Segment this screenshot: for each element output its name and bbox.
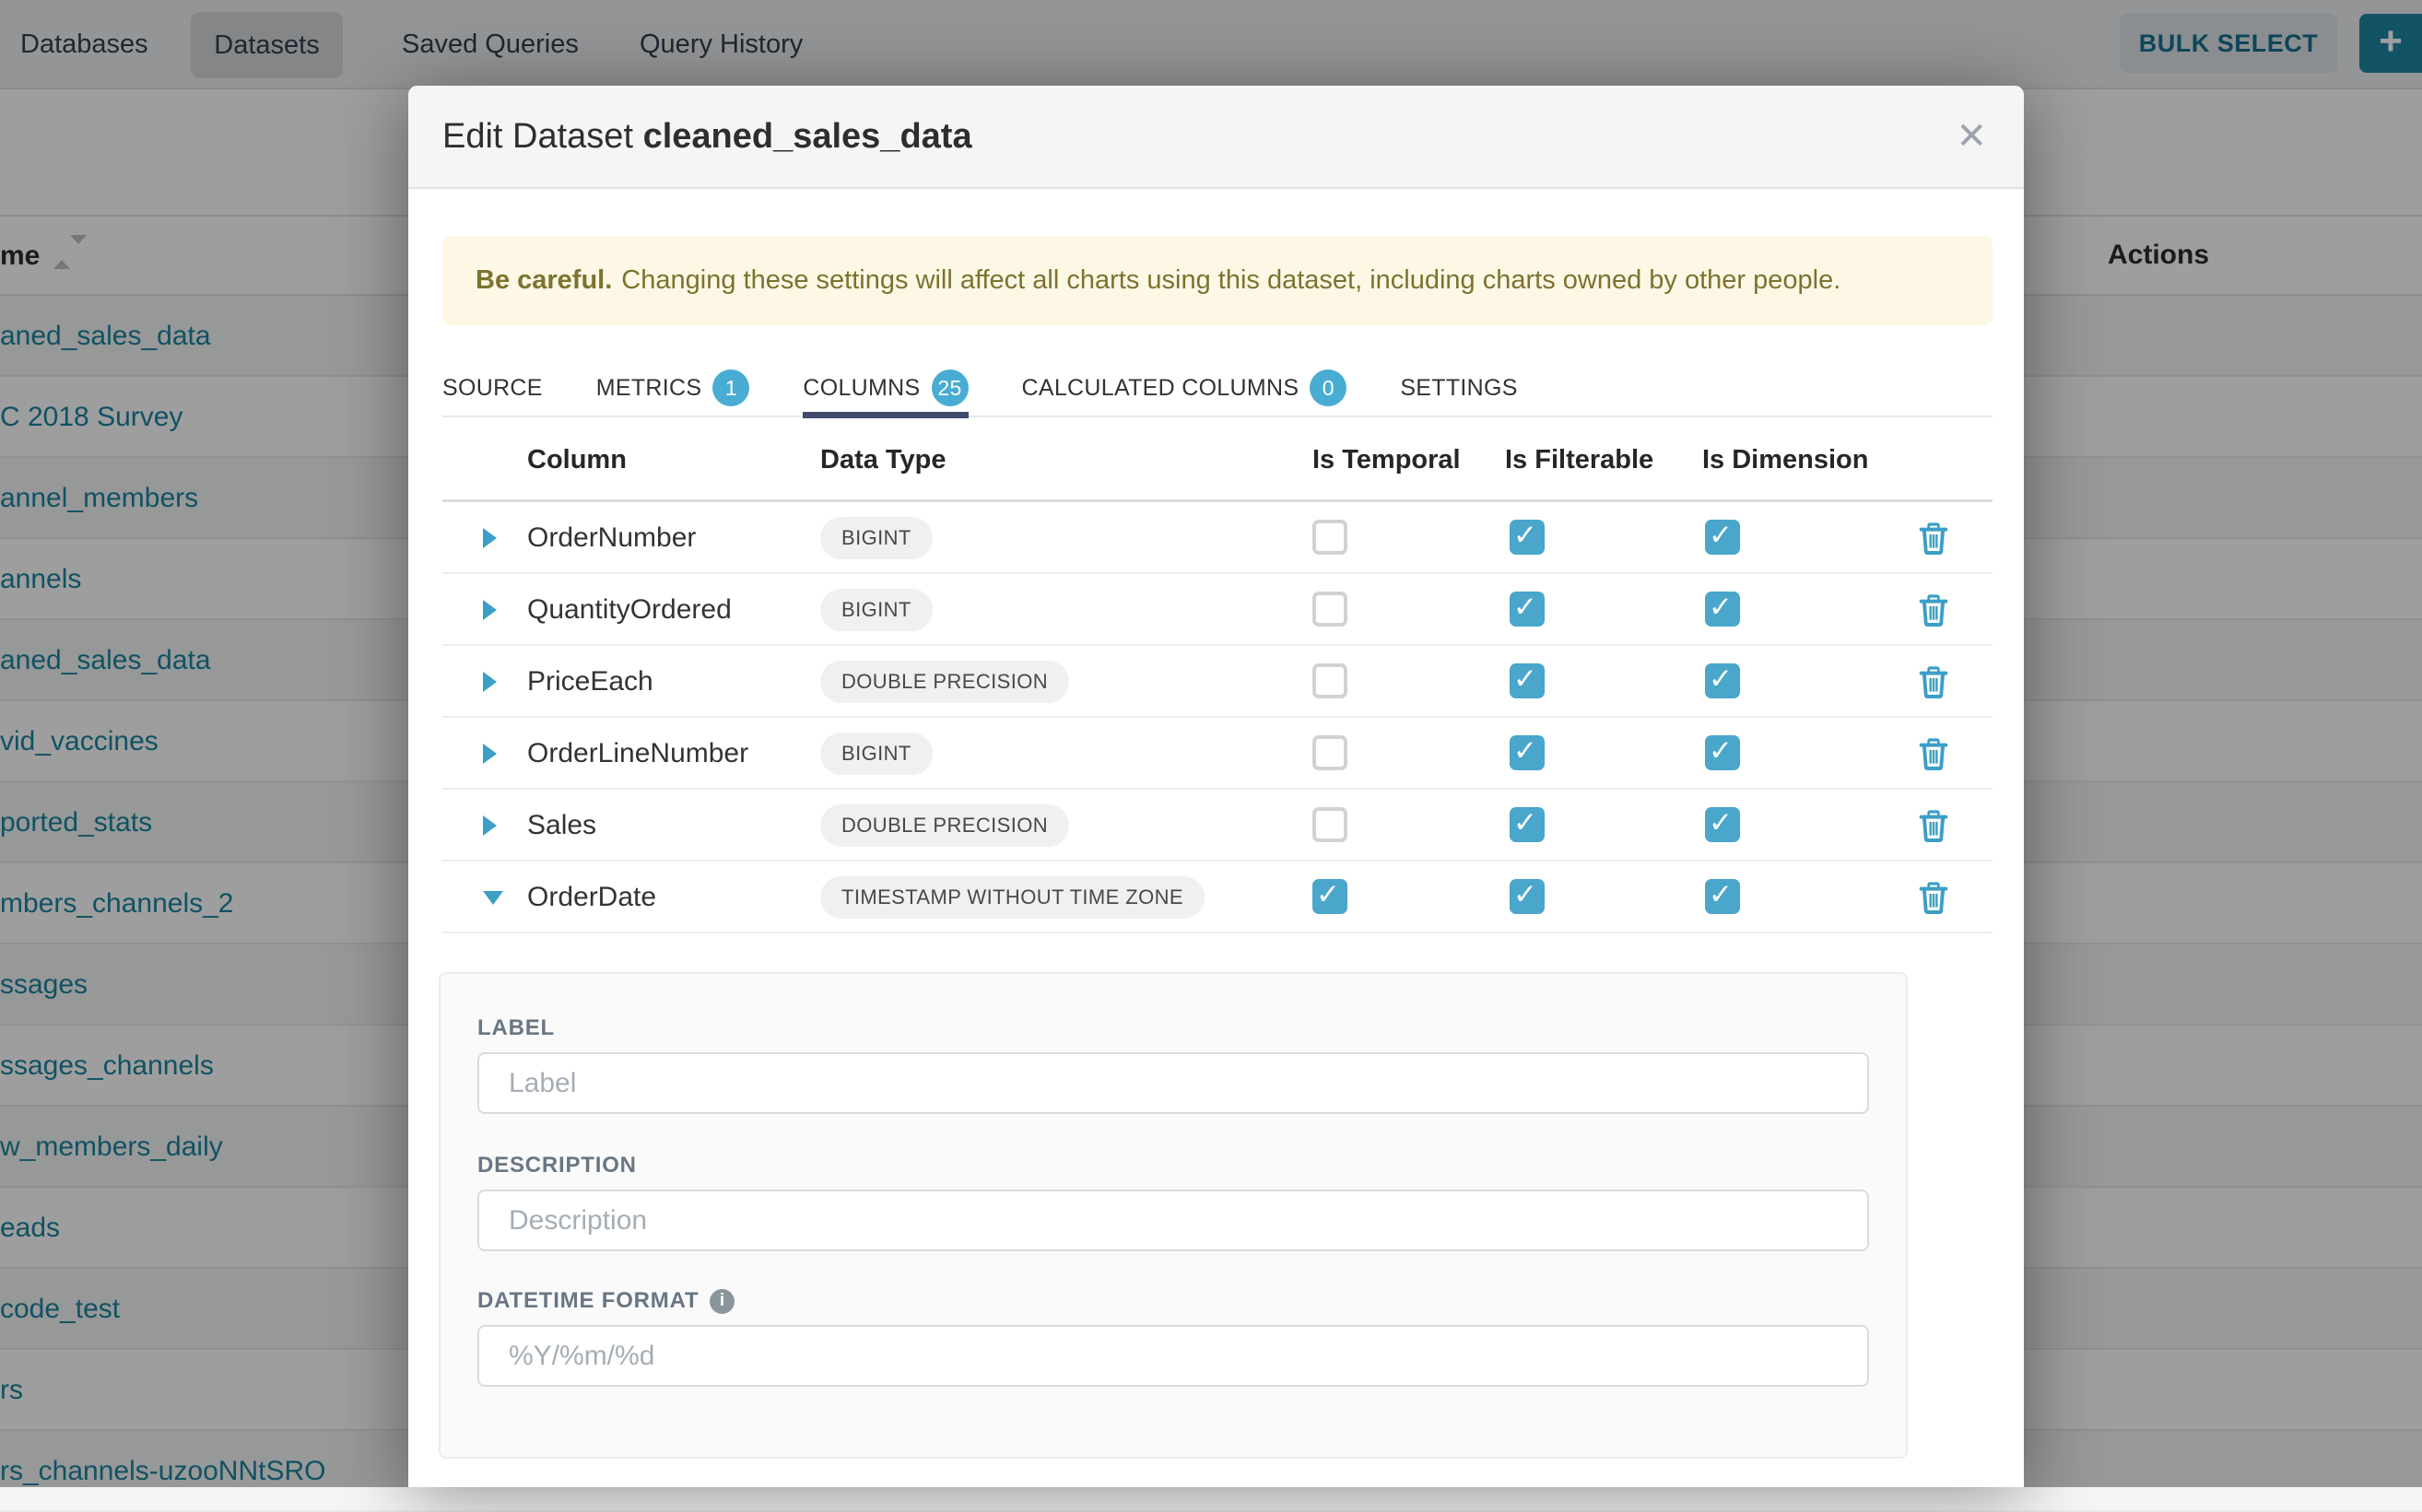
column-edit-panel: LABEL DESCRIPTION DATETIME FORMAT (439, 972, 1908, 1459)
tab-label: SETTINGS (1400, 375, 1517, 402)
header-is-dimension: Is Dimension (1702, 445, 1869, 475)
is-filterable-checkbox[interactable] (1510, 735, 1545, 770)
column-name: OrderDate (527, 882, 656, 913)
delete-column-icon[interactable] (1919, 881, 1948, 914)
is-dimension-checkbox[interactable] (1705, 807, 1740, 842)
is-dimension-checkbox[interactable] (1705, 879, 1740, 914)
table-row: PriceEach DOUBLE PRECISION (442, 646, 1993, 718)
is-dimension-checkbox[interactable] (1705, 592, 1740, 627)
label-field-label: LABEL (477, 1015, 1906, 1041)
tab-columns[interactable]: COLUMNS 25 (803, 359, 968, 416)
is-dimension-checkbox[interactable] (1705, 663, 1740, 698)
tab-source[interactable]: SOURCE (442, 359, 543, 416)
table-row: OrderNumber BIGINT (442, 502, 1993, 574)
data-type-pill: BIGINT (820, 733, 933, 775)
modal-tabs: SOURCE METRICS 1 COLUMNS 25 CALCULATED C… (442, 360, 1993, 417)
column-name: OrderLineNumber (527, 738, 748, 769)
tab-label: CALCULATED COLUMNS (1022, 375, 1299, 402)
column-name: QuantityOrdered (527, 594, 732, 626)
delete-column-icon[interactable] (1919, 665, 1948, 698)
modal-header: Edit Dataset cleaned_sales_data ✕ (408, 86, 2024, 189)
tab-calculated-columns[interactable]: CALCULATED COLUMNS 0 (1022, 359, 1347, 416)
expand-caret-icon[interactable] (483, 744, 497, 764)
field-label-text: LABEL (477, 1015, 555, 1041)
warning-banner: Be careful. Changing these settings will… (442, 236, 1993, 325)
field-label-text: DESCRIPTION (477, 1153, 637, 1178)
header-column: Column (527, 445, 627, 475)
header-is-temporal: Is Temporal (1312, 445, 1461, 475)
data-type-pill: BIGINT (820, 517, 933, 559)
is-filterable-checkbox[interactable] (1510, 807, 1545, 842)
delete-column-icon[interactable] (1919, 809, 1948, 842)
tab-badge: 25 (932, 369, 969, 406)
header-is-filterable: Is Filterable (1505, 445, 1653, 475)
modal-body: Be careful. Changing these settings will… (408, 236, 2024, 1459)
field-label-text: DATETIME FORMAT (477, 1288, 699, 1314)
is-temporal-checkbox[interactable] (1312, 663, 1347, 698)
table-row-expanded: OrderDate TIMESTAMP WITHOUT TIME ZONE (442, 861, 1993, 933)
is-dimension-checkbox[interactable] (1705, 520, 1740, 555)
expand-caret-icon[interactable] (483, 600, 497, 620)
is-filterable-checkbox[interactable] (1510, 879, 1545, 914)
warning-text: Changing these settings will affect all … (621, 265, 1840, 296)
expand-caret-icon[interactable] (483, 528, 497, 548)
table-row: Sales DOUBLE PRECISION (442, 790, 1993, 861)
table-row: OrderLineNumber BIGINT (442, 718, 1993, 790)
collapse-caret-icon[interactable] (483, 891, 503, 905)
is-temporal-checkbox[interactable] (1312, 592, 1347, 627)
warning-bold-text: Be careful. (476, 265, 612, 296)
info-icon[interactable] (710, 1289, 735, 1314)
edit-dataset-modal: Edit Dataset cleaned_sales_data ✕ Be car… (408, 86, 2024, 1487)
datetime-format-field-label: DATETIME FORMAT (477, 1288, 1906, 1314)
is-temporal-checkbox[interactable] (1312, 807, 1347, 842)
is-filterable-checkbox[interactable] (1510, 520, 1545, 555)
is-temporal-checkbox[interactable] (1312, 735, 1347, 770)
is-filterable-checkbox[interactable] (1510, 592, 1545, 627)
is-dimension-checkbox[interactable] (1705, 735, 1740, 770)
header-data-type: Data Type (820, 445, 946, 475)
delete-column-icon[interactable] (1919, 522, 1948, 555)
description-input[interactable] (477, 1190, 1869, 1251)
data-type-pill: BIGINT (820, 589, 933, 631)
delete-column-icon[interactable] (1919, 737, 1948, 770)
tab-badge: 1 (712, 369, 749, 406)
expand-caret-icon[interactable] (483, 815, 497, 836)
table-row: QuantityOrdered BIGINT (442, 574, 1993, 646)
tab-label: COLUMNS (803, 375, 920, 402)
modal-title-prefix: Edit Dataset (442, 117, 633, 156)
tab-metrics[interactable]: METRICS 1 (596, 359, 750, 416)
column-name: Sales (527, 810, 596, 841)
tab-label: METRICS (596, 375, 702, 402)
label-input[interactable] (477, 1052, 1869, 1114)
column-name: PriceEach (527, 666, 653, 697)
datetime-format-input[interactable] (477, 1325, 1869, 1387)
modal-title: Edit Dataset cleaned_sales_data (442, 117, 972, 157)
tab-label: SOURCE (442, 375, 543, 402)
close-icon[interactable]: ✕ (1956, 115, 1987, 158)
is-filterable-checkbox[interactable] (1510, 663, 1545, 698)
tab-settings[interactable]: SETTINGS (1400, 359, 1517, 416)
data-type-pill: DOUBLE PRECISION (820, 804, 1069, 847)
is-temporal-checkbox[interactable] (1312, 879, 1347, 914)
is-temporal-checkbox[interactable] (1312, 520, 1347, 555)
modal-title-dataset-name: cleaned_sales_data (643, 117, 972, 156)
data-type-pill: TIMESTAMP WITHOUT TIME ZONE (820, 876, 1205, 919)
delete-column-icon[interactable] (1919, 593, 1948, 627)
columns-table-header: Column Data Type Is Temporal Is Filterab… (442, 417, 1993, 502)
tab-badge: 0 (1310, 369, 1346, 406)
data-type-pill: DOUBLE PRECISION (820, 661, 1069, 703)
column-name: OrderNumber (527, 522, 696, 554)
description-field-label: DESCRIPTION (477, 1153, 1906, 1178)
expand-caret-icon[interactable] (483, 672, 497, 692)
